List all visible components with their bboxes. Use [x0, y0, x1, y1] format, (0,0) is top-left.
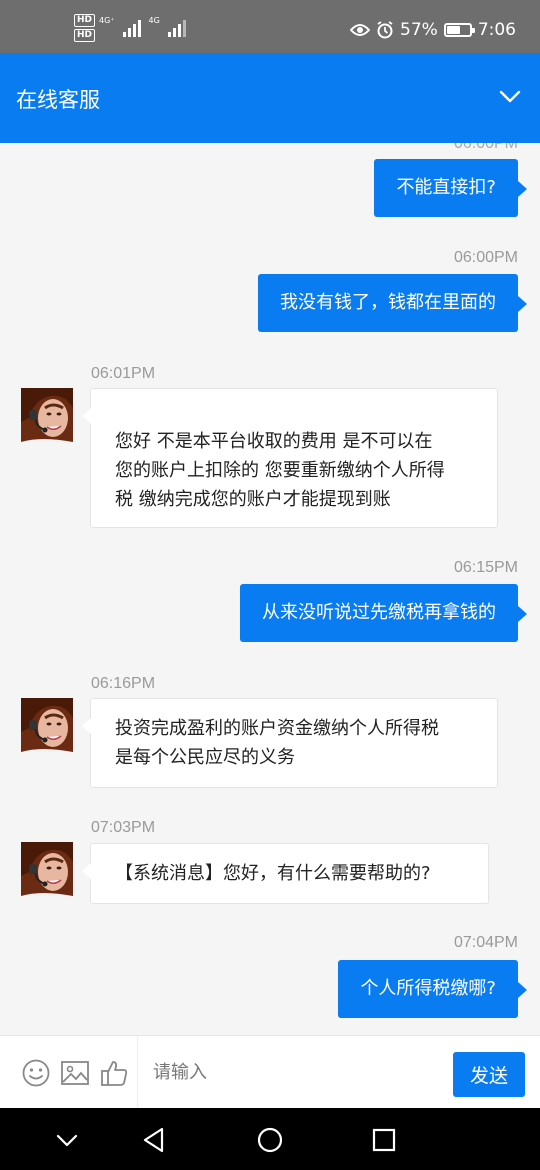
outgoing-message[interactable]: 我没有钱了，钱都在里面的	[258, 274, 527, 332]
hd-badge-2: HD	[74, 29, 96, 42]
send-button[interactable]: 发送	[453, 1052, 525, 1097]
agent-avatar	[21, 842, 73, 896]
eye-icon	[350, 24, 371, 36]
message-line: 投资完成盈利的账户资金缴纳个人所得税	[115, 718, 439, 739]
message-timestamp: 07:03PM	[91, 819, 156, 836]
alarm-icon	[377, 21, 393, 39]
chat-log[interactable]: 06:00PM 不能直接扣? 06:00PM 我没有钱了，钱都在里面的 06:0…	[0, 143, 540, 1035]
clock: 7:06	[477, 20, 516, 40]
message-line: 您好 不是本平台收取的费用 是不可以在	[115, 431, 433, 452]
back-triangle-icon[interactable]	[137, 1123, 171, 1157]
hd-badge-1: HD	[74, 14, 96, 27]
message-line: 您的账户上扣除的 您要重新缴纳个人所得	[115, 460, 445, 481]
status-bar: HD HD 4G⁺ 4G 57% 7:06	[0, 0, 540, 53]
message-timestamp: 06:16PM	[91, 675, 156, 692]
emoji-icon[interactable]	[21, 1058, 51, 1088]
incoming-message[interactable]: 投资完成盈利的账户资金缴纳个人所得税 是每个公民应尽的义务	[82, 698, 498, 788]
chevron-down-icon[interactable]	[498, 85, 522, 109]
network-label-1: 4G⁺	[99, 15, 115, 25]
battery-icon	[443, 23, 475, 37]
image-icon[interactable]	[60, 1058, 90, 1088]
agent-avatar	[21, 388, 73, 442]
message-timestamp: 06:01PM	[91, 365, 156, 382]
signal-strength-icon	[122, 19, 141, 37]
chevron-down-icon[interactable]	[50, 1123, 84, 1157]
message-line: 【系统消息】您好，有什么需要帮助的?	[115, 863, 431, 884]
message-timestamp: 07:04PM	[453, 934, 518, 951]
incoming-message[interactable]: 【系统消息】您好，有什么需要帮助的?	[82, 843, 489, 904]
outgoing-message[interactable]: 不能直接扣?	[374, 159, 527, 217]
message-input[interactable]	[138, 1036, 438, 1109]
network-label-2: 4G	[148, 15, 160, 25]
page-title: 在线客服	[16, 88, 100, 112]
chat-header: 在线客服	[0, 53, 540, 143]
home-circle-icon[interactable]	[253, 1123, 287, 1157]
recents-square-icon[interactable]	[367, 1123, 401, 1157]
outgoing-message[interactable]: 个人所得税缴哪?	[338, 960, 527, 1018]
thumbs-up-icon[interactable]	[99, 1058, 129, 1088]
message-timestamp: 06:00PM	[453, 143, 518, 152]
battery-level-fill	[446, 26, 460, 34]
system-nav-bar	[0, 1108, 540, 1170]
incoming-message[interactable]: 您好 不是本平台收取的费用 是不可以在 您的账户上扣除的 您要重新缴纳个人所得 …	[82, 388, 498, 528]
battery-percent: 57%	[400, 20, 438, 40]
outgoing-message[interactable]: 从来没听说过先缴税再拿钱的	[240, 584, 527, 642]
message-line: 税 缴纳完成您的账户才能提现到账	[115, 489, 391, 510]
agent-avatar	[21, 698, 73, 752]
message-line: 是每个公民应尽的义务	[115, 747, 295, 768]
signal-indicators: HD HD 4G⁺ 4G	[74, 14, 186, 42]
message-timestamp: 06:15PM	[453, 559, 518, 576]
message-input-bar: 发送	[0, 1035, 540, 1109]
signal-strength-icon-2	[167, 19, 186, 37]
message-timestamp: 06:00PM	[453, 249, 518, 266]
